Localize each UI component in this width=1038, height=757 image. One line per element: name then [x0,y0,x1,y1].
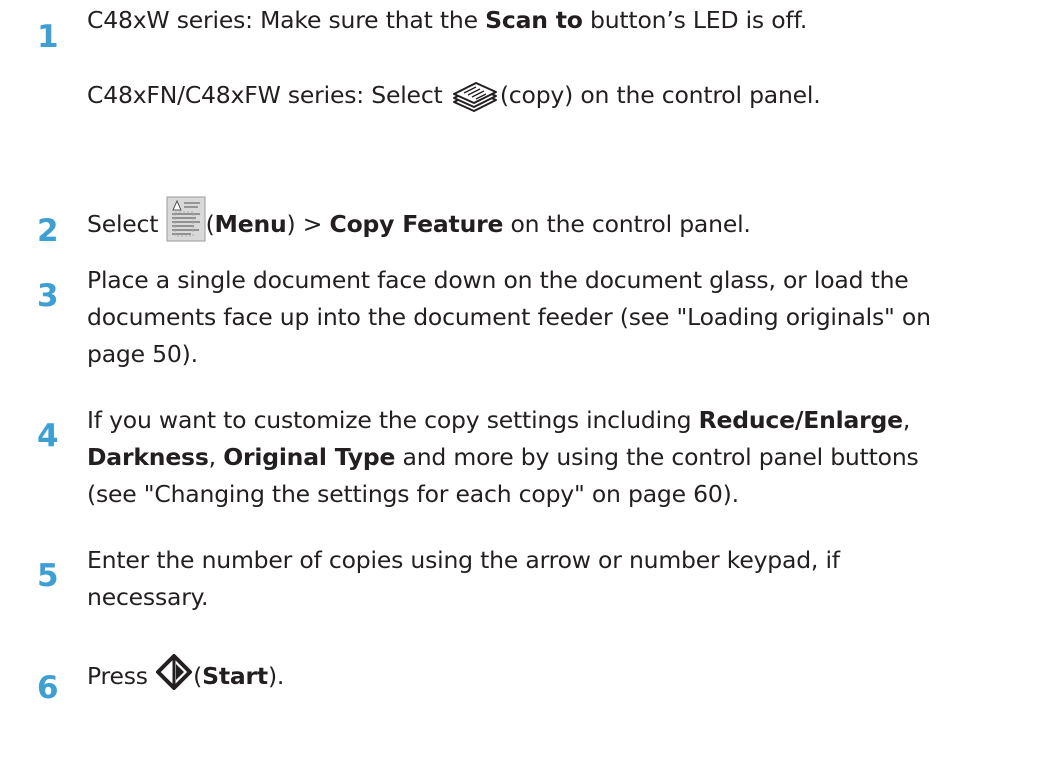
step-number: 2 [37,213,59,249]
text-line: Darkness, Original Type and more by usin… [87,439,1012,476]
text-run: , [902,406,911,434]
step-paragraph: C48xFN/C48xFW series: Select (copy) on t… [87,77,1012,114]
step-text: Place a single document face down on the… [87,262,1012,373]
text-run: ) > [286,210,330,238]
reduce-enlarge-label: Reduce/Enlarge [698,406,903,434]
text-run: Press [87,662,156,690]
text-run: button’s LED is off. [582,6,808,34]
step-text: Select (Menu) > Copy Feature on the cont… [87,196,1012,243]
menu-label: Menu [214,210,287,238]
text-line: page 50). [87,340,198,368]
text-line: Enter the number of copies using the arr… [87,546,840,574]
step-text: Press (Start). [87,654,1012,695]
step-number: 3 [37,278,59,314]
step-number: 5 [37,558,59,594]
step-number: 4 [37,418,59,454]
text-run: C48xW series: Make sure that the [87,6,486,34]
step-text: If you want to customize the copy settin… [87,402,1012,513]
original-type-label: Original Type [223,443,396,471]
copy-feature-label: Copy Feature [329,210,504,238]
text-run: , [208,443,224,471]
step-text: C48xW series: Make sure that the Scan to… [87,2,1012,114]
darkness-label: Darkness [87,443,209,471]
step-paragraph: C48xW series: Make sure that the Scan to… [87,2,1012,39]
text-line: If you want to customize the copy settin… [87,402,1012,439]
scan-to-label: Scan to [485,6,583,34]
text-run: on the control panel. [503,210,751,238]
step-paragraph: Press (Start). [87,654,1012,695]
text-line: necessary. [87,583,209,611]
start-label: Start [202,662,268,690]
step-number: 6 [37,670,59,706]
text-run: C48xFN/C48xFW series: Select [87,81,450,109]
step-paragraph: Select (Menu) > Copy Feature on the cont… [87,196,1012,243]
menu-icon [166,196,206,242]
start-icon [155,654,193,690]
text-run: ( [205,210,215,238]
text-line: documents face up into the document feed… [87,303,931,331]
text-line: (see "Changing the settings for each cop… [87,480,739,508]
text-run: and more by using the control panel butt… [395,443,919,471]
step-number: 1 [37,19,59,55]
text-run: ( [193,662,203,690]
text-run: (copy) on the control panel. [499,81,821,109]
text-run: ). [267,662,285,690]
step-text: Enter the number of copies using the arr… [87,542,1012,616]
copy-icon [450,80,500,114]
text-run: If you want to customize the copy settin… [87,406,699,434]
text-run: Select [87,210,166,238]
text-line: Place a single document face down on the… [87,266,909,294]
